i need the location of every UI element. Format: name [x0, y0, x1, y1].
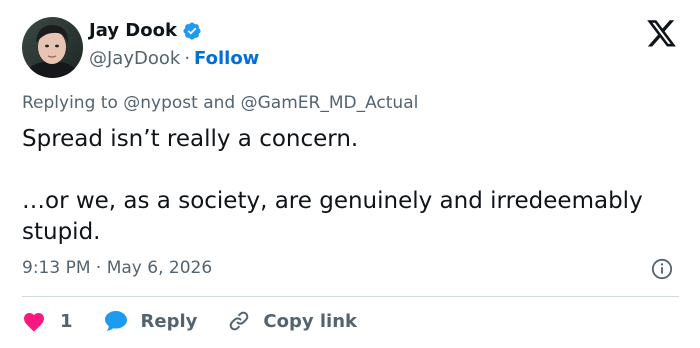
reply-context: Replying to @nypost and @GamER_MD_Actual: [22, 93, 418, 113]
timestamp-time: 9:13 PM: [22, 258, 91, 278]
author-handle[interactable]: @JayDook: [89, 48, 180, 69]
copy-link-label: Copy link: [263, 310, 357, 332]
copy-link-button[interactable]: Copy link: [227, 309, 357, 333]
timestamp-date: May 6, 2026: [106, 258, 213, 278]
like-count: 1: [60, 310, 73, 332]
x-logo-icon[interactable]: [647, 20, 677, 48]
action-bar: 1 Reply Copy link: [22, 307, 357, 335]
timestamp[interactable]: 9:13 PM · May 6, 2026: [22, 258, 212, 278]
reply-label: Reply: [140, 310, 198, 332]
tweet-paragraph-1: Spread isn’t really a concern.: [22, 126, 359, 152]
tweet-paragraph-2: …or we, as a society, are genuinely and …: [22, 188, 643, 245]
reply-button[interactable]: Reply: [103, 309, 198, 333]
follow-button[interactable]: Follow: [194, 48, 259, 69]
timestamp-separator: ·: [95, 258, 102, 278]
author-name-row: Jay Dook: [89, 20, 202, 41]
tweet-text: Spread isn’t really a concern. …or we, a…: [22, 124, 662, 248]
author-handle-row: @JayDook · Follow: [89, 48, 259, 69]
avatar[interactable]: [22, 17, 83, 78]
verified-badge-icon: [182, 21, 202, 41]
info-icon[interactable]: [651, 258, 673, 280]
link-icon: [227, 309, 251, 333]
avatar-image: [22, 17, 83, 78]
divider: [22, 296, 679, 297]
speech-bubble-icon: [103, 309, 129, 333]
handle-separator: ·: [184, 48, 191, 69]
author-name[interactable]: Jay Dook: [89, 20, 177, 41]
reply-context-prefix: Replying to: [22, 93, 118, 113]
reply-mention-1[interactable]: @nypost: [123, 93, 198, 113]
heart-icon: [22, 310, 46, 332]
like-button[interactable]: 1: [22, 310, 73, 332]
reply-context-conjunction: and: [203, 93, 236, 113]
reply-mention-2[interactable]: @GamER_MD_Actual: [241, 93, 419, 113]
